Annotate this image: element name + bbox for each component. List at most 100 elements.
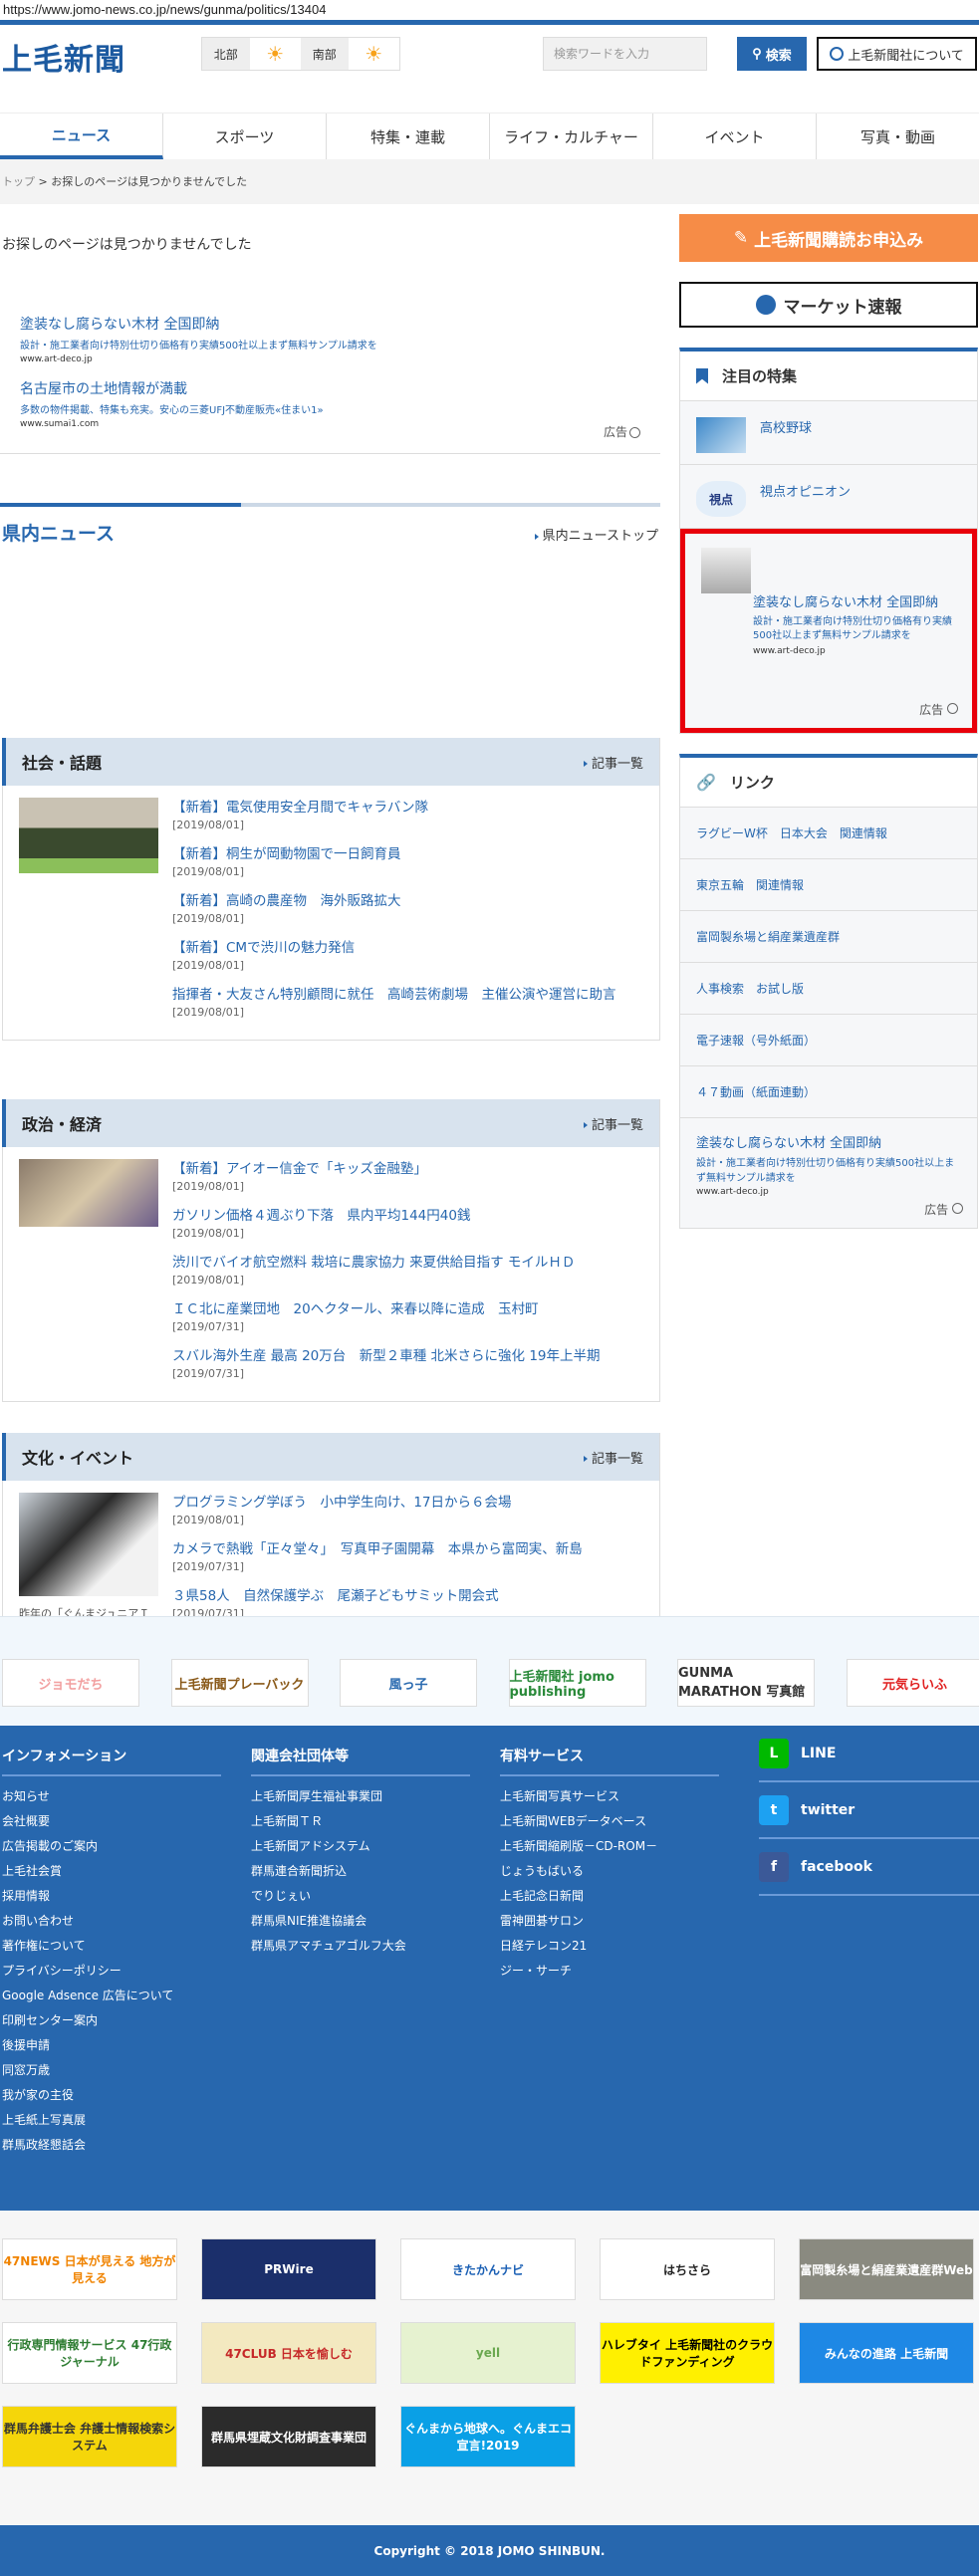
footer-link[interactable]: じょうもばいる [500, 1859, 719, 1884]
banner-link[interactable]: ジョモだち [2, 1659, 139, 1707]
article-photo[interactable] [19, 1159, 158, 1227]
article-link[interactable]: 指揮者・大友さん特別顧問に就任 高崎芸術劇場 主催公演や運営に助言 [172, 985, 650, 1006]
more-articles-link[interactable]: 記事一覧 [583, 753, 643, 772]
partner-banner[interactable]: 行政専門情報サービス 47行政ジャーナル [2, 2322, 177, 2384]
footer-link[interactable]: 広告掲載のご案内 [2, 1834, 221, 1859]
nav-sports[interactable]: スポーツ [163, 114, 327, 159]
breadcrumb-top[interactable]: トップ [2, 175, 35, 188]
footer-link[interactable]: Google Adsence 広告について [2, 1984, 221, 2008]
links-ad[interactable]: 塗装なし腐らない木材 全国即納 設計・施工業者向け特別仕切り価格有り実績500社… [680, 1118, 977, 1228]
article-link[interactable]: 渋川でバイオ航空燃料 栽培に農家協力 来夏供給目指す モイルＨＤ [172, 1253, 650, 1274]
article-link[interactable]: プログラミング学ぼう 小中学生向け、17日から６会場 [172, 1493, 650, 1514]
partner-banner[interactable]: ぐんまから地球へ。ぐんまエコ宣言!2019 [400, 2406, 576, 2467]
nav-life-culture[interactable]: ライフ・カルチャー [490, 114, 653, 159]
about-button[interactable]: 上毛新聞社について [817, 37, 977, 71]
nav-photo-video[interactable]: 写真・動画 [817, 114, 979, 159]
partner-banner[interactable]: みんなの進路 上毛新聞 [799, 2322, 974, 2384]
footer-link[interactable]: 上毛記念日新聞 [500, 1884, 719, 1909]
partner-banner[interactable]: 群馬県埋蔵文化財調査事業団 [201, 2406, 376, 2467]
footer-link[interactable]: 群馬政経懇話会 [2, 2133, 221, 2158]
social-facebook[interactable]: f facebook [759, 1839, 979, 1896]
featured-ad[interactable]: 塗装なし腐らない木材 全国即納 設計・施工業者向け特別仕切り価格有り実績500社… [680, 529, 977, 733]
footer-link[interactable]: 上毛紙上写真展 [2, 2108, 221, 2133]
footer-link[interactable]: 群馬県アマチュアゴルフ大会 [251, 1934, 470, 1959]
footer-link[interactable]: 雷神囲碁サロン [500, 1909, 719, 1934]
banner-link[interactable]: 上毛新聞プレーバック [170, 1659, 309, 1707]
article-link[interactable]: カメラで熱戦「正々堂々」 写真甲子園開幕 本県から富岡実、新島 [172, 1539, 650, 1560]
banner-link[interactable]: GUNMA MARATHON 写真館 [677, 1659, 815, 1707]
nav-features[interactable]: 特集・連載 [327, 114, 490, 159]
footer-link[interactable]: 群馬連合新聞折込 [251, 1859, 470, 1884]
banner-link[interactable]: 上毛新聞社 jomo publishing [508, 1659, 646, 1707]
link-item[interactable]: 電子速報（号外紙面） [680, 1015, 977, 1066]
partner-banner[interactable]: yell [400, 2322, 576, 2384]
footer-link[interactable]: 上毛新聞写真サービス [500, 1784, 719, 1809]
footer-link[interactable]: 後援申請 [2, 2033, 221, 2058]
footer-link[interactable]: 上毛社会賞 [2, 1859, 221, 1884]
banner-link[interactable]: 風っ子 [340, 1659, 477, 1707]
footer-link[interactable]: 上毛新聞ＴＲ [251, 1809, 470, 1834]
article-photo[interactable] [19, 798, 158, 873]
footer-link[interactable]: 著作権について [2, 1934, 221, 1959]
article-link[interactable]: 【新着】アイオー信金で「キッズ金融塾」 [172, 1159, 650, 1180]
search-button[interactable]: ⚲ 検索 [737, 37, 807, 71]
nav-events[interactable]: イベント [653, 114, 817, 159]
footer-link[interactable]: 印刷センター案内 [2, 2008, 221, 2033]
more-articles-link[interactable]: 記事一覧 [583, 1448, 643, 1467]
article-link[interactable]: ＩＣ北に産業団地 20ヘクタール、来春以降に造成 玉村町 [172, 1299, 650, 1320]
footer-link[interactable]: でりじぇい [251, 1884, 470, 1909]
social-line[interactable]: L LINE [759, 1726, 979, 1782]
footer-link[interactable]: 上毛新聞縮刷版－CD-ROM－ [500, 1834, 719, 1859]
footer-link[interactable]: お知らせ [2, 1784, 221, 1809]
featured-item[interactable]: 視点 視点オピニオン [680, 465, 977, 529]
article-link[interactable]: ガソリン価格４週ぶり下落 県内平均144円40銭 [172, 1206, 650, 1227]
partner-banner[interactable]: 富岡製糸場と絹産業遺産群Web [799, 2238, 974, 2300]
link-item[interactable]: 富岡製糸場と絹産業遺産群 [680, 911, 977, 963]
subscribe-button[interactable]: ✎ 上毛新聞購読お申込み [679, 214, 978, 262]
article-link[interactable]: 【新着】電気使用安全月間でキャラバン隊 [172, 798, 650, 819]
partner-banner[interactable]: きたかんナビ [400, 2238, 576, 2300]
partner-banner[interactable]: はちさら [600, 2238, 775, 2300]
link-item[interactable]: ラグビーW杯 日本大会 関連情報 [680, 808, 977, 859]
footer-link[interactable]: 採用情報 [2, 1884, 221, 1909]
article-link[interactable]: 【新着】高崎の農産物 海外販路拡大 [172, 891, 650, 912]
site-logo[interactable]: 上毛新聞 [2, 35, 125, 79]
search-input[interactable]: 検索ワードを入力 [543, 37, 707, 71]
ad-link[interactable]: 塗装なし腐らない木材 全国即納 設計・施工業者向け特別仕切り価格有り実績500社以… [20, 314, 637, 364]
partner-banner[interactable]: ハレブタイ 上毛新聞社のクラウドファンディング [600, 2322, 775, 2384]
nav-news[interactable]: ニュース [0, 114, 163, 159]
footer-link[interactable]: お問い合わせ [2, 1909, 221, 1934]
banner-link[interactable]: 元気らいふ [846, 1659, 979, 1707]
more-articles-link[interactable]: 記事一覧 [583, 1114, 643, 1133]
kennai-news-top-link[interactable]: 県内ニューストップ [534, 525, 658, 544]
partner-banner[interactable]: 群馬弁護士会 弁護士情報検索システム [2, 2406, 177, 2467]
article-link[interactable]: ３県58人 自然保護学ぶ 尾瀬子どもサミット開会式 [172, 1586, 650, 1607]
footer-link[interactable]: 上毛新聞アドシステム [251, 1834, 470, 1859]
partner-banner[interactable]: 47CLUB 日本を愉しむ [201, 2322, 376, 2384]
article-photo[interactable] [19, 1493, 158, 1596]
article-link[interactable]: スバル海外生産 最高 20万台 新型２車種 北米さらに強化 19年上半期 [172, 1346, 650, 1367]
article-link[interactable]: 【新着】桐生が岡動物園で一日飼育員 [172, 844, 650, 865]
footer-link[interactable]: 我が家の主役 [2, 2083, 221, 2108]
ad-label[interactable]: 広告 [604, 423, 640, 440]
ad-link[interactable]: 名古屋市の土地情報が満載 多数の物件掲載、特集も充実。安心の三菱UFJ不動産販売«… [20, 378, 637, 429]
partner-banner[interactable]: PRWire [201, 2238, 376, 2300]
link-item[interactable]: 人事検索 お試し版 [680, 963, 977, 1015]
article-link[interactable]: 【新着】CMで渋川の魅力発信 [172, 938, 650, 959]
footer-link[interactable]: 同窓万歳 [2, 2058, 221, 2083]
footer-link[interactable]: 群馬県NIE推進協議会 [251, 1909, 470, 1934]
link-item[interactable]: 東京五輪 関連情報 [680, 859, 977, 911]
market-news-button[interactable]: マーケット速報 [679, 282, 978, 328]
address-bar[interactable]: https://www.jomo-news.co.jp/news/gunma/p… [0, 0, 979, 20]
footer-link[interactable]: 会社概要 [2, 1809, 221, 1834]
footer-link[interactable]: 上毛新聞厚生福祉事業団 [251, 1784, 470, 1809]
footer-link[interactable]: プライバシーポリシー [2, 1959, 221, 1984]
footer: インフォメーション お知らせ 会社概要 広告掲載のご案内 上毛社会賞 採用情報 お問い合わせ… [0, 1726, 979, 2211]
footer-link[interactable]: 日経テレコン21 [500, 1934, 719, 1959]
footer-link[interactable]: ジー・サーチ [500, 1959, 719, 1984]
featured-item[interactable]: 高校野球 [680, 401, 977, 465]
social-twitter[interactable]: t twitter [759, 1782, 979, 1839]
partner-banner[interactable]: 47NEWS 日本が見える 地方が見える [2, 2238, 177, 2300]
link-item[interactable]: ４７動画（紙面連動） [680, 1066, 977, 1118]
footer-link[interactable]: 上毛新聞WEBデータベース [500, 1809, 719, 1834]
